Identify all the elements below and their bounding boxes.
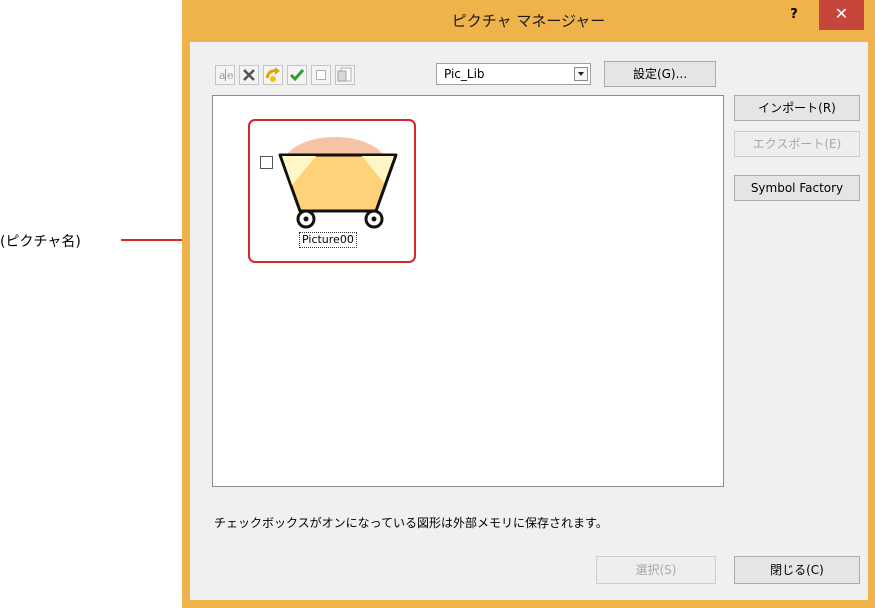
settings-button[interactable]: 設定(G)... — [604, 61, 716, 87]
close-window-button[interactable]: ✕ — [819, 0, 864, 30]
cart-icon[interactable] — [278, 137, 402, 232]
library-select[interactable]: Pic_Lib — [436, 63, 591, 85]
delete-icon[interactable] — [238, 64, 260, 86]
dialog-client-area: a e Pic_Lib 設定(G)... Picture00 インポート(R) … — [190, 42, 868, 600]
callout-label: (ピクチャ名) — [0, 234, 81, 250]
svg-text:e: e — [227, 69, 234, 82]
restore-icon[interactable] — [262, 64, 284, 86]
properties-icon[interactable] — [334, 64, 356, 86]
symbol-factory-button[interactable]: Symbol Factory — [734, 175, 860, 201]
picture-list[interactable]: Picture00 — [212, 95, 724, 487]
rename-icon[interactable]: a e — [214, 64, 236, 86]
library-select-value: Pic_Lib — [444, 67, 485, 81]
window-title: ピクチャ マネージャー — [451, 12, 606, 30]
title-bar[interactable]: ピクチャ マネージャー ? ✕ — [182, 0, 875, 42]
svg-text:a: a — [219, 69, 226, 82]
storage-note: チェックボックスがオンになっている図形は外部メモリに保存されます。 — [214, 516, 608, 530]
picture-name-label[interactable]: Picture00 — [299, 232, 357, 248]
chevron-down-icon[interactable] — [574, 67, 588, 81]
check-icon[interactable] — [286, 64, 308, 86]
close-button[interactable]: 閉じる(C) — [734, 556, 860, 584]
picture-item-highlight: Picture00 — [248, 119, 416, 263]
export-button[interactable]: エクスポート(E) — [734, 131, 860, 157]
help-button[interactable]: ? — [784, 6, 804, 26]
select-button[interactable]: 選択(S) — [596, 556, 716, 584]
picture-manager-dialog: ピクチャ マネージャー ? ✕ a e Pic_Lib 設定(G)... Pic… — [182, 0, 875, 608]
checkbox-icon[interactable] — [310, 64, 332, 86]
picture-checkbox[interactable] — [260, 156, 273, 169]
import-button[interactable]: インポート(R) — [734, 95, 860, 121]
